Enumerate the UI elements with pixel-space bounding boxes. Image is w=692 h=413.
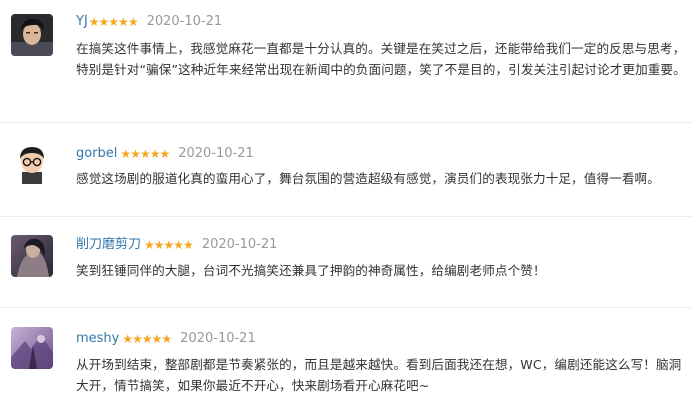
comment-date: 2020-10-21: [146, 14, 223, 29]
username[interactable]: YJ: [76, 14, 88, 30]
comment-item: 削刀磨剪刀 ★★★★★ 2020-10-21 笑到狂锤同伴的大腿，台词不光搞笑还…: [0, 217, 692, 308]
avatar[interactable]: [11, 327, 53, 369]
rating-stars: ★★★★★: [88, 15, 139, 29]
comment-date: 2020-10-21: [180, 331, 256, 346]
avatar-image: [11, 327, 53, 369]
comment-text: 感觉这场剧的服道化真的蛮用心了，舞台氛围的营造超级有感觉，演员们的表现张力十足，…: [76, 171, 660, 186]
comment-date: 2020-10-21: [201, 237, 278, 252]
username[interactable]: 削刀磨剪刀: [76, 237, 141, 253]
avatar[interactable]: [11, 235, 53, 277]
avatar-image: [11, 14, 53, 56]
comment-item: gorbel ★★★★★ 2020-10-21 感觉这场剧的服道化真的蛮用心了，…: [0, 123, 692, 217]
comment-date: 2020-10-21: [178, 146, 254, 161]
rating-stars: ★★★★★: [122, 332, 172, 346]
avatar-image: [11, 235, 53, 277]
username[interactable]: gorbel: [76, 146, 117, 162]
comment-text: 从开场到结束，整部剧都是节奏紧张的，而且是越来越快。看到后面我还在想，WC，编剧…: [76, 357, 682, 393]
comment-item: YJ ★★★★★ 2020-10-21 在搞笑这件事情上，我感觉麻花一直都是十分…: [0, 0, 692, 122]
comment-text: 在搞笑这件事情上，我感觉麻花一直都是十分认真的。关键是在笑过之后，还能带给我们一…: [76, 41, 686, 77]
comment-list: YJ ★★★★★ 2020-10-21 在搞笑这件事情上，我感觉麻花一直都是十分…: [0, 0, 692, 413]
rating-stars: ★★★★★: [120, 147, 170, 161]
avatar[interactable]: [11, 14, 53, 56]
comment-item: meshy ★★★★★ 2020-10-21 从开场到结束，整部剧都是节奏紧张的…: [0, 308, 692, 413]
username[interactable]: meshy: [76, 331, 119, 347]
rating-stars: ★★★★★: [144, 238, 194, 252]
avatar[interactable]: [11, 142, 53, 184]
avatar-image: [11, 142, 53, 184]
comment-text: 笑到狂锤同伴的大腿，台词不光搞笑还兼具了押韵的神奇属性，给编剧老师点个赞！: [76, 263, 546, 278]
